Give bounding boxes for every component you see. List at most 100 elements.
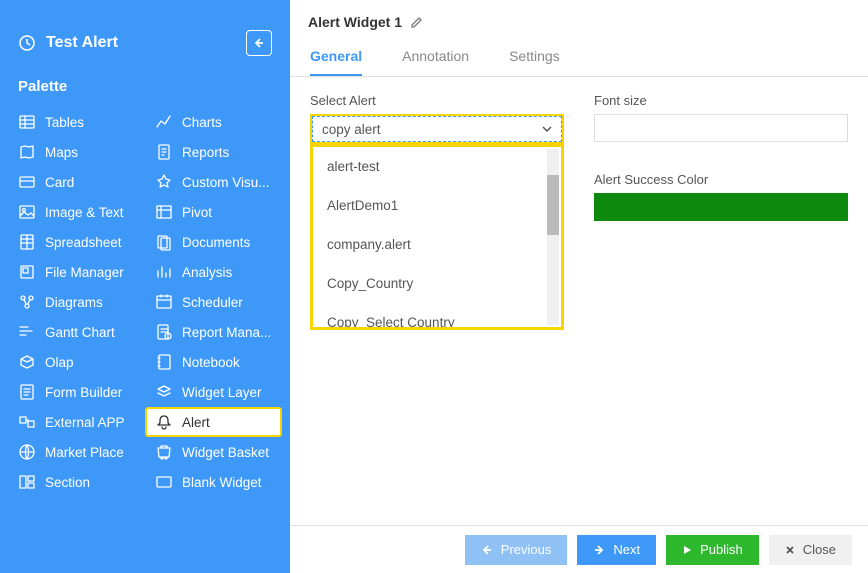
palette-grid: Tables ChartsMaps Reports Card Custom Visu..… <box>0 107 290 497</box>
previous-label: Previous <box>501 542 552 557</box>
widget-header: Alert Widget 1 <box>290 0 868 30</box>
alert-success-color-label: Alert Success Color <box>594 172 848 187</box>
publish-button[interactable]: Publish <box>666 535 759 565</box>
dropdown-scrollbar-thumb[interactable] <box>547 175 559 235</box>
palette-item-label: Olap <box>45 355 74 370</box>
palette-item-charts[interactable]: Charts <box>145 107 282 137</box>
palette-item-documents[interactable]: Documents <box>145 227 282 257</box>
dropdown-option[interactable]: Copy_Select Country <box>313 303 561 327</box>
palette-item-label: Spreadsheet <box>45 235 122 250</box>
palette-item-label: Blank Widget <box>182 475 262 490</box>
card-icon <box>18 173 36 191</box>
palette-item-analysis[interactable]: Analysis <box>145 257 282 287</box>
chevron-down-icon <box>540 122 554 136</box>
palette-item-tables[interactable]: Tables <box>8 107 145 137</box>
select-alert-label: Select Alert <box>310 93 564 108</box>
section-icon <box>18 473 36 491</box>
edit-icon[interactable] <box>410 16 423 29</box>
palette-item-gantt[interactable]: Gantt Chart <box>8 317 145 347</box>
palette-item-label: Scheduler <box>182 295 243 310</box>
palette-item-label: Analysis <box>182 265 232 280</box>
footer: Previous Next Publish Close <box>290 525 868 573</box>
tab-settings[interactable]: Settings <box>509 48 560 76</box>
palette-heading: Palette <box>0 78 290 107</box>
tab-annotation[interactable]: Annotation <box>402 48 469 76</box>
dashboard-icon <box>18 34 36 52</box>
palette-item-section[interactable]: Section <box>8 467 145 497</box>
palette-item-basket[interactable]: Widget Basket <box>145 437 282 467</box>
widget-title: Alert Widget 1 <box>308 14 402 30</box>
palette-item-spreadsheet[interactable]: Spreadsheet <box>8 227 145 257</box>
previous-button[interactable]: Previous <box>465 535 568 565</box>
analysis-icon <box>155 263 173 281</box>
palette-item-reportm[interactable]: Report Mana... <box>145 317 282 347</box>
palette-item-maps[interactable]: Maps <box>8 137 145 167</box>
select-alert-input[interactable]: copy alert <box>310 114 564 144</box>
palette-item-card[interactable]: Card <box>8 167 145 197</box>
select-alert-value: copy alert <box>322 122 381 137</box>
palette-item-label: Tables <box>45 115 84 130</box>
sidebar-header: Test Alert <box>0 12 290 78</box>
palette-item-label: External APP <box>45 415 125 430</box>
palette-item-alert[interactable]: Alert <box>145 407 282 437</box>
charts-icon <box>155 113 173 131</box>
palette-item-label: Gantt Chart <box>45 325 115 340</box>
next-button[interactable]: Next <box>577 535 656 565</box>
main-panel: Alert Widget 1 General Annotation Settings… <box>290 0 868 573</box>
sidebar: Test Alert Palette Tables ChartsMaps Repor… <box>0 0 290 573</box>
close-button[interactable]: Close <box>769 535 852 565</box>
diagram-icon <box>18 293 36 311</box>
maps-icon <box>18 143 36 161</box>
palette-item-file[interactable]: File Manager <box>8 257 145 287</box>
reportm-icon <box>155 323 173 341</box>
palette-item-label: Custom Visu... <box>182 175 270 190</box>
palette-item-custom[interactable]: Custom Visu... <box>145 167 282 197</box>
palette-item-olap[interactable]: Olap <box>8 347 145 377</box>
alert-success-color-swatch[interactable] <box>594 193 848 221</box>
publish-label: Publish <box>700 542 743 557</box>
palette-item-form[interactable]: Form Builder <box>8 377 145 407</box>
tab-general[interactable]: General <box>310 48 362 76</box>
arrow-right-icon <box>593 544 605 556</box>
palette-item-label: Market Place <box>45 445 124 460</box>
palette-item-label: Reports <box>182 145 229 160</box>
dropdown-option[interactable]: Copy_Country <box>313 264 561 303</box>
file-icon <box>18 263 36 281</box>
palette-item-label: Documents <box>182 235 250 250</box>
palette-item-notebook[interactable]: Notebook <box>145 347 282 377</box>
palette-item-layer[interactable]: Widget Layer <box>145 377 282 407</box>
palette-item-external[interactable]: External APP <box>8 407 145 437</box>
right-column: Font size Alert Success Color <box>594 93 848 509</box>
notebook-icon <box>155 353 173 371</box>
form-icon <box>18 383 36 401</box>
palette-item-pivot[interactable]: Pivot <box>145 197 282 227</box>
palette-item-label: Pivot <box>182 205 212 220</box>
dropdown-option[interactable]: alert-test <box>313 147 561 186</box>
palette-item-label: Widget Layer <box>182 385 262 400</box>
font-size-label: Font size <box>594 93 848 108</box>
palette-item-scheduler[interactable]: Scheduler <box>145 287 282 317</box>
dropdown-option[interactable]: company.alert <box>313 225 561 264</box>
palette-item-image[interactable]: Image & Text <box>8 197 145 227</box>
next-label: Next <box>613 542 640 557</box>
palette-item-label: Image & Text <box>45 205 124 220</box>
palette-item-label: Report Mana... <box>182 325 271 340</box>
arrow-left-icon <box>481 544 493 556</box>
dropdown-option[interactable]: AlertDemo1 <box>313 186 561 225</box>
palette-item-blank[interactable]: Blank Widget <box>145 467 282 497</box>
palette-item-diagram[interactable]: Diagrams <box>8 287 145 317</box>
back-button[interactable] <box>246 30 272 56</box>
palette-item-market[interactable]: Market Place <box>8 437 145 467</box>
external-icon <box>18 413 36 431</box>
palette-item-reports[interactable]: Reports <box>145 137 282 167</box>
alert-icon <box>155 413 173 431</box>
play-icon <box>682 545 692 555</box>
font-size-input[interactable] <box>594 114 848 142</box>
tables-icon <box>18 113 36 131</box>
palette-item-label: Notebook <box>182 355 240 370</box>
content: Select Alert copy alert alert-testAlertD… <box>290 77 868 525</box>
scheduler-icon <box>155 293 173 311</box>
palette-item-label: Widget Basket <box>182 445 269 460</box>
close-label: Close <box>803 542 836 557</box>
palette-item-label: Card <box>45 175 74 190</box>
